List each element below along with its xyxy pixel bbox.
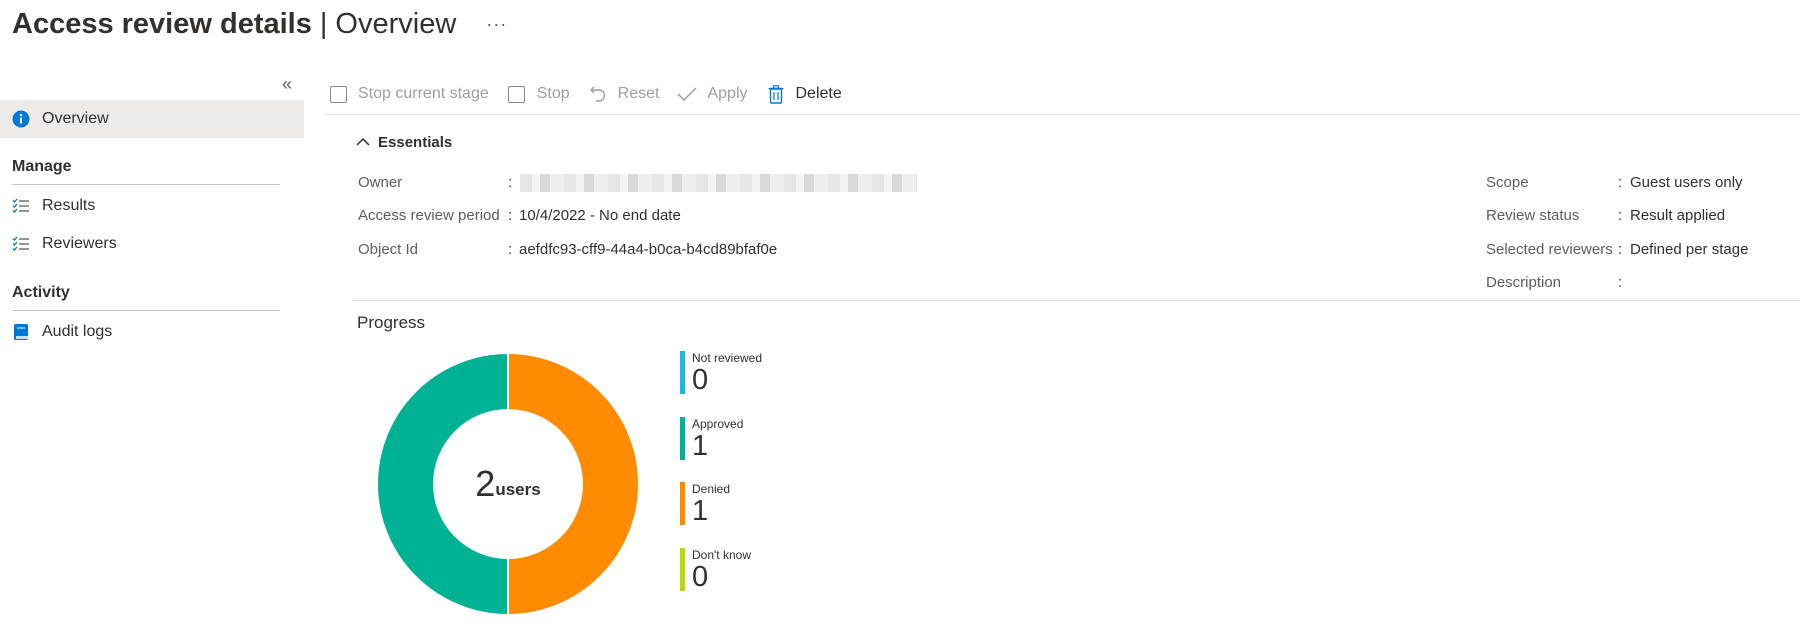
scope-colon: :: [1618, 174, 1623, 191]
legend-color-bar: [680, 417, 685, 460]
checkbox-icon: [328, 84, 348, 104]
stop-current-stage-button[interactable]: Stop current stage: [328, 84, 489, 104]
donut-svg: [376, 351, 640, 617]
progress-donut-chart: 2 users: [376, 351, 640, 617]
title-separator: |: [319, 7, 328, 40]
apply-label: Apply: [707, 85, 748, 102]
owner-label: Owner: [358, 174, 403, 191]
access-review-period-label: Access review period: [358, 207, 500, 224]
stop-label: Stop: [536, 85, 570, 102]
book-icon: [11, 322, 31, 342]
collapse-sidebar-button[interactable]: «: [282, 74, 298, 94]
legend-value: 1: [692, 495, 709, 527]
legend-color-bar: [680, 482, 685, 525]
object-id-colon: :: [508, 241, 513, 258]
legend-value: 0: [692, 561, 709, 593]
selected-reviewers-value: Defined per stage: [1630, 241, 1749, 258]
more-options-button[interactable]: ···: [486, 14, 507, 35]
access-review-period-colon: :: [508, 207, 513, 224]
apply-button[interactable]: Apply: [677, 84, 748, 104]
command-bar: Stop current stage Stop Reset Apply Dele…: [328, 80, 860, 108]
reset-button[interactable]: Reset: [588, 84, 660, 104]
info-icon: [11, 109, 31, 129]
sidebar-item-label: Results: [42, 197, 96, 214]
sidebar-item-overview[interactable]: Overview: [0, 100, 304, 138]
sidebar-item-label: Reviewers: [42, 235, 117, 252]
page-title: Access review details: [12, 7, 312, 40]
essentials-toggle[interactable]: Essentials: [356, 134, 452, 151]
legend-color-bar: [680, 351, 685, 394]
legend-value: 0: [692, 364, 709, 396]
owner-value-redacted: [520, 174, 917, 192]
sidebar-item-label: Overview: [42, 110, 109, 127]
sidebar-item-reviewers[interactable]: Reviewers: [0, 225, 304, 263]
delete-label: Delete: [795, 85, 842, 102]
progress-title: Progress: [357, 313, 426, 332]
chevron-up-icon: [356, 134, 370, 151]
page-subtitle: Overview: [335, 7, 457, 40]
sidebar-item-label: Audit logs: [42, 323, 113, 340]
donut-slice-approved[interactable]: [376, 351, 509, 617]
description-label: Description: [1486, 274, 1562, 291]
owner-colon: :: [508, 174, 513, 191]
stop-button[interactable]: Stop: [507, 84, 570, 104]
checklist-icon: [11, 196, 31, 216]
nav-section-activity: Activity: [12, 284, 280, 311]
description-colon: :: [1618, 274, 1623, 291]
sidebar-item-results[interactable]: Results: [0, 187, 304, 225]
trash-icon: [766, 84, 786, 104]
nav-section-manage: Manage: [12, 158, 280, 185]
legend-value: 1: [692, 430, 709, 462]
essentials-divider: [352, 300, 1800, 301]
review-status-label: Review status: [1486, 207, 1580, 224]
access-review-period-value: 10/4/2022 - No end date: [519, 207, 681, 224]
delete-button[interactable]: Delete: [766, 84, 842, 104]
essentials-title: Essentials: [378, 134, 453, 151]
object-id-label: Object Id: [358, 241, 419, 258]
donut-slice-denied[interactable]: [507, 351, 640, 617]
legend-label: Not reviewed: [692, 351, 763, 365]
checkbox-icon: [507, 84, 527, 104]
selected-reviewers-colon: :: [1618, 241, 1623, 258]
checkmark-icon: [677, 84, 697, 104]
toolbar-divider: [326, 114, 1800, 115]
sidebar-item-audit-logs[interactable]: Audit logs: [0, 313, 304, 351]
stop-current-stage-label: Stop current stage: [358, 85, 489, 102]
checklist-icon: [11, 234, 31, 254]
reset-label: Reset: [617, 85, 660, 102]
legend-label: Don't know: [692, 548, 751, 562]
selected-reviewers-label: Selected reviewers: [1486, 241, 1613, 258]
title-bar: Access review details | Overview ···: [12, 4, 507, 44]
undo-icon: [588, 84, 608, 104]
review-status-value: Result applied: [1630, 207, 1726, 224]
legend-label: Approved: [692, 417, 744, 431]
review-status-colon: :: [1618, 207, 1623, 224]
object-id-value: aefdfc93-cff9-44a4-b0ca-b4cd89bfaf0e: [519, 241, 778, 258]
scope-value: Guest users only: [1630, 174, 1743, 191]
page: Access review details | Overview ··· « O…: [0, 0, 1800, 643]
legend-label: Denied: [692, 482, 731, 496]
scope-label: Scope: [1486, 174, 1529, 191]
legend-color-bar: [680, 548, 685, 591]
